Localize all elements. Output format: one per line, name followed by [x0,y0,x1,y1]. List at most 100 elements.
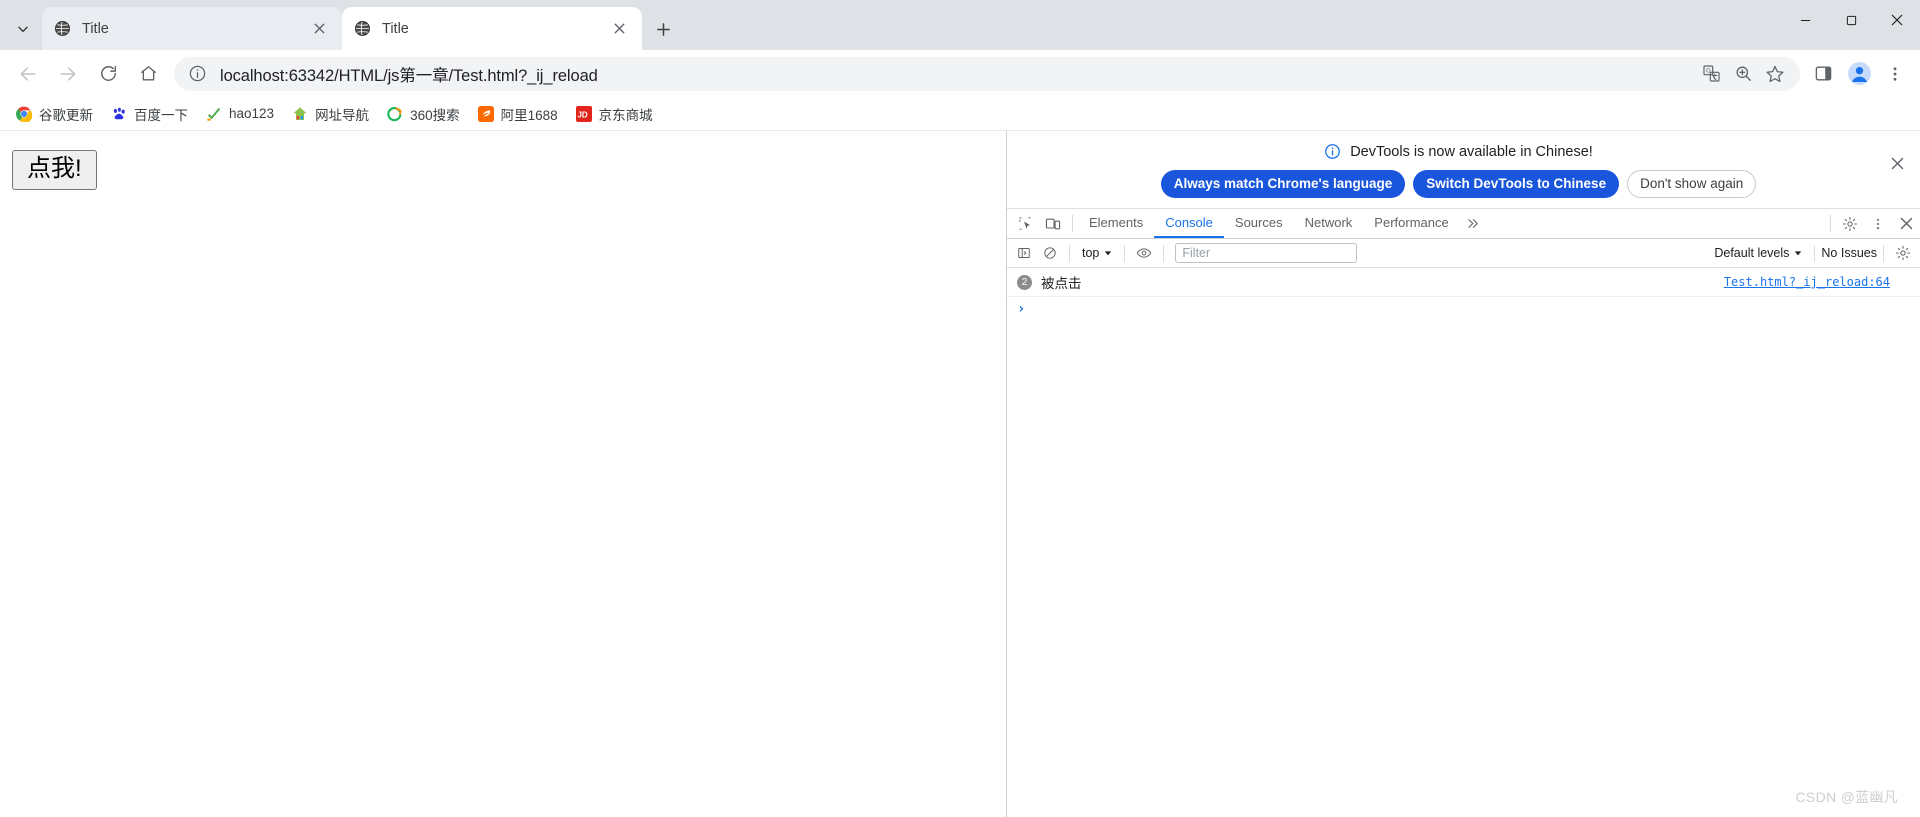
live-expression-eye-icon[interactable] [1131,241,1157,265]
new-tab-button[interactable] [646,12,680,46]
tab-close-button[interactable] [608,18,630,40]
devtools-tab-elements[interactable]: Elements [1078,209,1154,238]
bookmark-star-icon[interactable] [1760,59,1790,89]
devtools-tab-network[interactable]: Network [1294,209,1364,238]
console-message-count-badge: 2 [1017,274,1032,290]
toolbar-right-actions [1806,57,1912,91]
side-panel-icon[interactable] [1806,57,1840,91]
always-match-language-button[interactable]: Always match Chrome's language [1160,170,1406,198]
viewport: 点我! DevTools is now available in Chinese… [0,131,1920,817]
console-input-prompt[interactable]: › [1007,297,1920,321]
devtools-tab-sources[interactable]: Sources [1224,209,1294,238]
zoom-icon[interactable] [1728,59,1758,89]
toolbar-divider [1883,244,1884,262]
console-message-source-link[interactable]: Test.html?_ij_reload:64 [1724,275,1912,289]
console-messages-area[interactable]: 2 被点击 Test.html?_ij_reload:64 › [1007,268,1920,817]
tab-strip: Title Title [0,0,1920,50]
devtools-close-icon[interactable] [1892,209,1920,238]
bookmark-item-baidu[interactable]: 百度一下 [103,101,196,127]
close-icon [1891,14,1903,26]
address-bar-url: localhost:63342/HTML/js第一章/Test.html?_ij… [220,66,598,85]
maximize-icon [1846,15,1856,25]
bookmark-label: 京东商城 [598,107,653,123]
devtools-tab-console[interactable]: Console [1154,209,1224,238]
window-minimize-button[interactable] [1782,0,1828,40]
forward-button[interactable] [51,57,85,91]
globe-icon [54,20,71,37]
device-toolbar-icon[interactable] [1039,209,1067,238]
globe-icon [354,20,371,37]
bookmark-label: 网址导航 [315,107,370,123]
dont-show-again-button[interactable]: Don't show again [1627,170,1757,198]
arrow-right-icon [60,66,76,81]
bookmark-label: 谷歌更新 [39,107,93,123]
bookmark-label: 360搜索 [410,107,460,123]
translate-icon[interactable]: G [1696,59,1726,89]
browser-tab[interactable]: Title [42,7,342,50]
bookmark-item-hao123[interactable]: hao123 [198,101,282,127]
browser-tab-active[interactable]: Title [342,7,642,50]
plus-icon [656,22,670,36]
console-settings-gear-icon[interactable] [1890,241,1916,265]
bookmark-item-alibaba[interactable]: 阿里1688 [470,101,566,127]
devtools-language-banner: DevTools is now available in Chinese! Al… [1007,131,1920,208]
console-context-value: top [1082,246,1100,260]
bookmark-label: hao123 [229,106,275,121]
chrome-menu-icon[interactable] [1878,57,1912,91]
banner-close-button[interactable] [1885,151,1909,175]
settings-gear-icon[interactable] [1836,209,1864,238]
baidu-paw-icon [111,106,127,122]
tab-search-button[interactable] [6,12,40,46]
bookmark-item-navigation[interactable]: 网址导航 [284,101,377,127]
devtools-tab-performance[interactable]: Performance [1363,209,1459,238]
reload-button[interactable] [91,57,125,91]
close-icon [613,23,625,34]
bookmarks-bar: 谷歌更新 百度一下 hao123 网址导航 360搜索 阿里1688 JD 京东… [0,97,1920,131]
banner-message-row: DevTools is now available in Chinese! [1324,143,1593,160]
window-maximize-button[interactable] [1828,0,1874,40]
clear-console-icon[interactable] [1037,241,1063,265]
close-icon [313,23,325,34]
close-icon [1900,217,1912,230]
toolbar-divider [1124,244,1126,262]
console-issues-status[interactable]: No Issues [1821,246,1877,260]
tab-title: Title [382,20,409,37]
switch-devtools-language-button[interactable]: Switch DevTools to Chinese [1413,170,1620,198]
alibaba-icon [477,105,494,122]
devtools-tabbar: Elements Console Sources Network Perform… [1007,208,1920,239]
console-toolbar: top Default levels [1007,239,1920,268]
site-info-icon[interactable] [188,64,208,84]
bookmark-item-google-update[interactable]: 谷歌更新 [8,101,101,127]
tab-close-button[interactable] [308,18,330,40]
console-context-selector[interactable]: top [1076,244,1118,262]
console-filter-input[interactable] [1175,243,1358,263]
watermark: CSDN @蓝幽凡 [1795,789,1898,805]
prompt-caret-icon: › [1017,301,1026,317]
banner-message-text: DevTools is now available in Chinese! [1350,143,1593,160]
tab-title: Title [82,20,109,37]
jd-icon: JD [575,105,592,122]
omnibox-actions: G [1696,59,1790,89]
address-bar[interactable]: localhost:63342/HTML/js第一章/Test.html?_ij… [174,56,1800,91]
chevron-down-icon [1795,251,1802,256]
back-button[interactable] [11,57,45,91]
360-circle-icon [387,106,403,122]
info-circle-icon [1324,143,1341,160]
window-controls [1782,0,1920,40]
click-me-button[interactable]: 点我! [12,150,97,191]
inspect-element-icon[interactable] [1011,209,1039,238]
profile-avatar[interactable] [1842,57,1876,91]
console-message-row[interactable]: 2 被点击 Test.html?_ij_reload:64 [1007,268,1920,297]
console-message-text: 被点击 [1041,276,1082,291]
console-sidebar-toggle-icon[interactable] [1011,241,1037,265]
console-log-levels-selector[interactable]: Default levels [1708,244,1808,262]
close-icon [1891,157,1903,169]
devtools-more-options-icon[interactable] [1864,209,1892,238]
bookmark-item-jd[interactable]: JD 京东商城 [568,101,661,127]
home-button[interactable] [131,57,165,91]
toolbar-divider [1814,244,1816,262]
bookmark-item-360-search[interactable]: 360搜索 [379,101,468,127]
bookmark-label: 阿里1688 [500,107,558,123]
more-tabs-icon[interactable] [1460,209,1488,238]
window-close-button[interactable] [1874,0,1920,40]
